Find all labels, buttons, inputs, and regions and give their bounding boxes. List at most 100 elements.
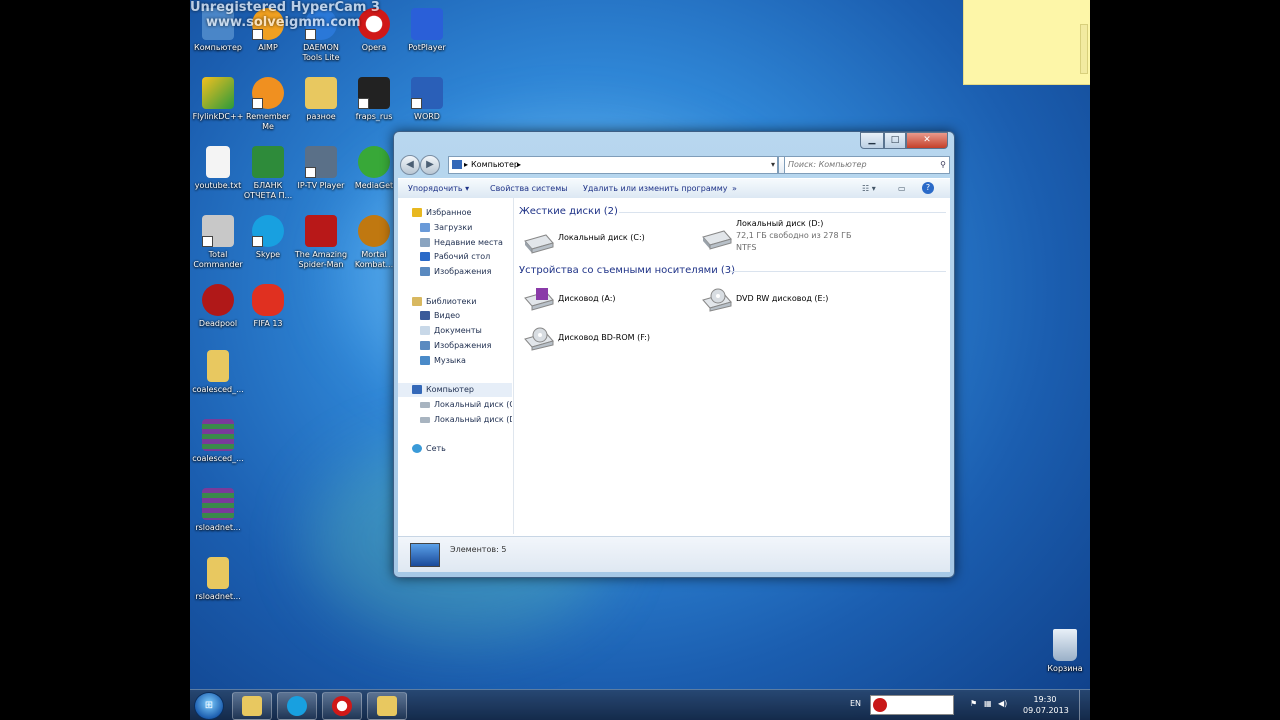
uninstall-program-button[interactable]: Удалить или изменить программу	[583, 179, 728, 198]
drive-a[interactable]: Дисковод (A:)	[522, 284, 692, 318]
desktop-icon-skype[interactable]: Skype	[240, 211, 296, 260]
view-options-icon[interactable]: ☷ ▾	[862, 179, 876, 198]
images-icon	[420, 341, 430, 350]
nav-network[interactable]: Сеть	[412, 442, 446, 456]
drive-d-filesystem: NTFS	[736, 243, 757, 252]
group-hard-drives-title: Жесткие диски (2)	[519, 206, 618, 217]
desktop-icon-raznoe[interactable]: разное	[293, 73, 349, 122]
breadcrumb-arrow-icon[interactable]: ▸	[517, 157, 521, 173]
breadcrumb-computer[interactable]: Компьютер	[471, 157, 519, 173]
drive-f-name: Дисковод BD-ROM (F:)	[558, 333, 651, 342]
language-indicator[interactable]: EN	[850, 699, 861, 708]
taskbar-opera[interactable]	[322, 692, 362, 720]
volume-icon[interactable]: ◀)	[998, 699, 1007, 708]
clock-time[interactable]: 19:30	[1025, 695, 1065, 704]
network-status-icon[interactable]: ▦	[984, 699, 992, 708]
folder-icon	[377, 696, 397, 716]
text-file-icon	[206, 146, 230, 178]
group-divider	[619, 212, 946, 213]
nav-desktop[interactable]: Рабочий стол	[420, 250, 490, 264]
hard-drive-icon	[700, 227, 732, 251]
explorer-window[interactable]: ▁ □ ✕ ◀ ▶ ▸ Компьютер ▸ ▾ ✕ ⚲ Упорядочит…	[393, 131, 955, 578]
nav-favorites[interactable]: Избранное	[412, 206, 471, 220]
taskbar-folder[interactable]	[367, 692, 407, 720]
clock-date[interactable]: 09.07.2013	[1023, 706, 1069, 715]
desktop-icon-remember-me[interactable]: Remember Me	[240, 73, 296, 132]
nav-disk-c[interactable]: Локальный диск (C:)	[420, 398, 512, 412]
nav-disk-d[interactable]: Локальный диск (D:)	[420, 413, 512, 427]
nav-libraries[interactable]: Библиотеки	[412, 295, 476, 309]
more-commands-button[interactable]: »	[732, 179, 737, 198]
help-icon[interactable]: ?	[922, 182, 934, 194]
desktop-icon-fraps[interactable]: fraps_rus	[346, 73, 402, 122]
breadcrumb-arrow-icon[interactable]: ▸	[464, 157, 468, 173]
maximize-button[interactable]: □	[884, 132, 906, 149]
fifa-icon	[252, 284, 284, 316]
flag-icon[interactable]: ⚑	[970, 699, 977, 708]
organize-menu[interactable]: Упорядочить ▾	[408, 179, 469, 198]
recording-widget[interactable]	[870, 695, 954, 715]
taskbar-skype[interactable]	[277, 692, 317, 720]
drive-c[interactable]: Локальный диск (C:)	[522, 227, 692, 261]
back-button[interactable]: ◀	[400, 155, 420, 175]
show-desktop-button[interactable]	[1079, 690, 1090, 720]
search-box[interactable]: ⚲	[784, 156, 950, 174]
search-input[interactable]	[785, 157, 928, 173]
start-button[interactable]: ⊞	[194, 692, 224, 720]
group-removable[interactable]: Устройства со съемными носителями (3)	[519, 264, 946, 278]
item-count: Элементов: 5	[450, 545, 507, 554]
floppy-drive-icon	[522, 288, 554, 312]
nav-images[interactable]: Изображения	[420, 339, 491, 353]
desktop-icon-word[interactable]: WORD	[399, 73, 455, 122]
skype-icon	[252, 215, 284, 247]
desktop-icon-flylinkdc[interactable]: FlylinkDC++	[190, 73, 246, 122]
desktop-icon-coalesced-archive[interactable]: coalesced_...	[190, 415, 246, 464]
desktop-icon-fifa13[interactable]: FIFA 13	[240, 280, 296, 329]
search-icon[interactable]: ⚲	[940, 157, 946, 173]
desktop-icon-coalesced-folder[interactable]: coalesced_...	[190, 346, 246, 395]
forward-button[interactable]: ▶	[420, 155, 440, 175]
desktop-icon-iptv-player[interactable]: IP-TV Player	[293, 142, 349, 191]
hard-drive-icon	[522, 231, 554, 255]
deadpool-icon	[202, 284, 234, 316]
desktop-icon-recycle-bin[interactable]: Корзина	[1037, 625, 1090, 674]
nav-downloads[interactable]: Загрузки	[420, 221, 472, 235]
explorer-icon	[242, 696, 262, 716]
opera-icon	[332, 696, 352, 716]
address-dropdown-icon[interactable]: ▾	[771, 157, 775, 173]
network-icon	[412, 444, 422, 453]
address-bar[interactable]: ▸ Компьютер ▸ ▾	[448, 156, 778, 174]
desktop-icon-blank-otcheta[interactable]: БЛАНК ОТЧЕТА П...	[240, 142, 296, 201]
group-divider	[731, 271, 946, 272]
desktop-icon-total-commander[interactable]: Total Commander	[190, 211, 246, 270]
potplayer-icon	[411, 8, 443, 40]
sticky-note-scrollbar[interactable]	[1080, 24, 1088, 74]
desktop-icon-youtube-txt[interactable]: youtube.txt	[190, 142, 246, 191]
taskbar: ⊞ EN ⚑ ▦ ◀) 19:30 09.07.2013	[190, 689, 1090, 720]
nav-video[interactable]: Видео	[420, 309, 460, 323]
mortal-kombat-icon	[358, 215, 390, 247]
computer-icon	[412, 385, 422, 394]
desktop-icon-spider-man[interactable]: The Amazing Spider-Man	[293, 211, 349, 270]
close-button[interactable]: ✕	[906, 132, 948, 149]
nav-recent-places[interactable]: Недавние места	[420, 236, 503, 250]
computer-icon	[452, 160, 462, 169]
drive-d[interactable]: Локальный диск (D:) 72,1 ГБ свободно из …	[700, 215, 870, 252]
nav-computer[interactable]: Компьютер	[398, 383, 512, 397]
preview-pane-icon[interactable]: ▭	[898, 179, 906, 198]
sticky-note[interactable]	[963, 0, 1090, 85]
drive-f[interactable]: Дисковод BD-ROM (F:)	[522, 323, 692, 357]
nav-favorites-images[interactable]: Изображения	[420, 265, 491, 279]
folder-icon	[207, 557, 229, 589]
nav-music[interactable]: Музыка	[420, 354, 466, 368]
drive-e[interactable]: DVD RW дисковод (E:)	[700, 284, 870, 318]
taskbar-explorer[interactable]	[232, 692, 272, 720]
desktop-icon-rsloadnet-archive[interactable]: rsloadnet...	[190, 484, 246, 533]
nav-documents[interactable]: Документы	[420, 324, 482, 338]
desktop-icon-potplayer[interactable]: PotPlayer	[399, 4, 455, 53]
images-icon	[420, 267, 430, 276]
desktop-icon-rsloadnet-folder[interactable]: rsloadnet...	[190, 553, 246, 602]
minimize-button[interactable]: ▁	[860, 132, 884, 149]
desktop-icon-deadpool[interactable]: Deadpool	[190, 280, 246, 329]
system-properties-button[interactable]: Свойства системы	[490, 179, 568, 198]
